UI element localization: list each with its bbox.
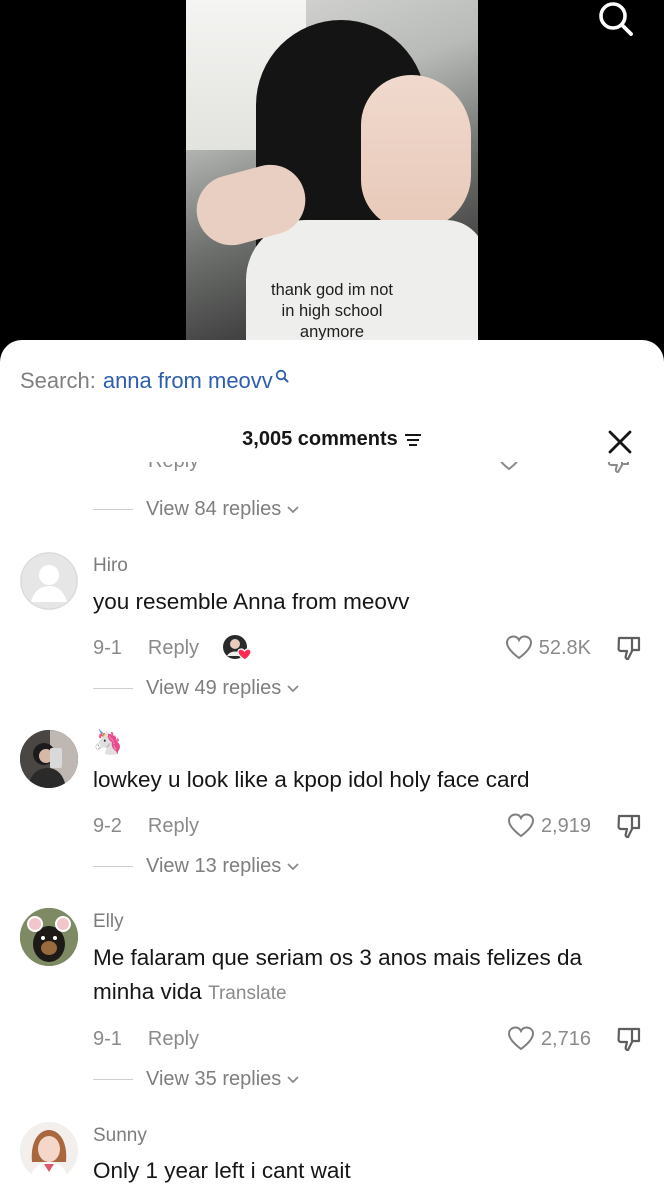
user-photo-avatar [20, 1122, 78, 1180]
comment-username[interactable]: Elly [93, 911, 124, 933]
view-replies-label: View 35 replies [146, 1068, 282, 1090]
view-replies-link[interactable]: View 13 replies [93, 855, 300, 878]
comment-username[interactable]: 🦄 [93, 728, 123, 757]
replies-divider [93, 1079, 133, 1080]
like-count: 52.8K [538, 636, 591, 659]
comment-body: Me falaram que seriam os 3 anos mais fel… [93, 945, 582, 1004]
default-avatar-icon [20, 552, 78, 610]
chevron-down-icon [287, 684, 299, 692]
comment-date: 9-1 [93, 1027, 122, 1050]
heart-icon[interactable] [496, 462, 522, 472]
search-label: Search: [20, 368, 96, 393]
comment-text: Me falaram que seriam os 3 anos mais fel… [93, 941, 638, 1011]
like-group: 52.8K [505, 633, 643, 663]
reply-button[interactable]: Reply [148, 815, 199, 838]
caption-line: in high school [281, 302, 383, 320]
comments-header: 3,005 comments [0, 428, 664, 460]
caption-line: thank god im not [271, 281, 393, 299]
like-group: 2,919 [507, 811, 643, 841]
thumbs-down-icon[interactable] [606, 462, 632, 474]
comment-count-sort[interactable]: 3,005 comments [242, 428, 422, 451]
comment-actions: 9-2 Reply 2,919 [93, 811, 643, 841]
comment-text: you resemble Anna from meovv [93, 589, 410, 614]
user-photo-avatar [20, 730, 78, 788]
close-icon [608, 430, 632, 454]
comment-actions: 9-1 Reply 52.8K [93, 633, 643, 663]
video-caption: thank god im not in high school anymore [186, 280, 478, 343]
avatar[interactable] [20, 1122, 78, 1180]
thumbs-down-icon[interactable] [615, 1025, 643, 1053]
search-icon [599, 2, 633, 36]
avatar[interactable] [20, 908, 78, 966]
video-subject-face [361, 75, 471, 230]
comment-text: Only 1 year left i cant wait [93, 1158, 351, 1183]
reply-link[interactable]: Reply [148, 462, 199, 473]
heart-icon[interactable] [505, 635, 533, 661]
replies-divider [93, 688, 133, 689]
translate-link[interactable]: Translate [208, 983, 287, 1004]
heart-icon[interactable] [507, 813, 535, 839]
dog-photo-avatar [20, 908, 78, 966]
view-replies-link[interactable]: View 35 replies [93, 1068, 300, 1091]
top-search-button[interactable] [594, 0, 638, 44]
video-player[interactable]: thank god im not in high school anymore [0, 0, 664, 380]
chevron-down-icon [287, 505, 299, 513]
like-count: 2,919 [540, 814, 591, 837]
view-replies-link[interactable]: View 49 replies [93, 677, 300, 700]
comment-date: 9-1 [93, 636, 122, 659]
comment-date: 9-2 [93, 814, 122, 837]
heart-icon[interactable] [507, 1026, 535, 1052]
creator-liked-badge [223, 634, 253, 662]
reply-button[interactable]: Reply [148, 637, 199, 660]
view-replies-label: View 84 replies [146, 498, 282, 520]
avatar[interactable] [20, 730, 78, 788]
search-icon [275, 369, 289, 383]
sort-icon [404, 433, 421, 446]
like-group: 2,716 [507, 1024, 643, 1054]
related-search[interactable]: Search: anna from meovv [20, 368, 289, 394]
search-query-link[interactable]: anna from meovv [103, 368, 273, 394]
avatar[interactable] [20, 552, 78, 610]
thumbs-down-icon[interactable] [615, 634, 643, 662]
scrolled-comment-meta: Reply [0, 462, 664, 480]
comment-username[interactable]: Hiro [93, 555, 128, 577]
view-replies-label: View 13 replies [146, 855, 282, 877]
comment-actions: 9-1 Reply 2,716 [93, 1024, 643, 1054]
view-replies-label: View 49 replies [146, 677, 282, 699]
view-replies-link[interactable]: View 84 replies [93, 498, 300, 521]
reply-button[interactable]: Reply [148, 1028, 199, 1051]
comment-count: 3,005 comments [242, 428, 398, 450]
close-button[interactable] [606, 428, 634, 456]
thumbs-down-icon[interactable] [615, 812, 643, 840]
creator-avatar-icon [223, 635, 252, 661]
chevron-down-icon [287, 1075, 299, 1083]
replies-divider [93, 509, 133, 510]
comment-username[interactable]: Sunny [93, 1125, 147, 1147]
comment-text: lowkey u look like a kpop idol holy face… [93, 767, 530, 792]
chevron-down-icon [287, 862, 299, 870]
like-count: 2,716 [540, 1027, 591, 1050]
replies-divider [93, 866, 133, 867]
